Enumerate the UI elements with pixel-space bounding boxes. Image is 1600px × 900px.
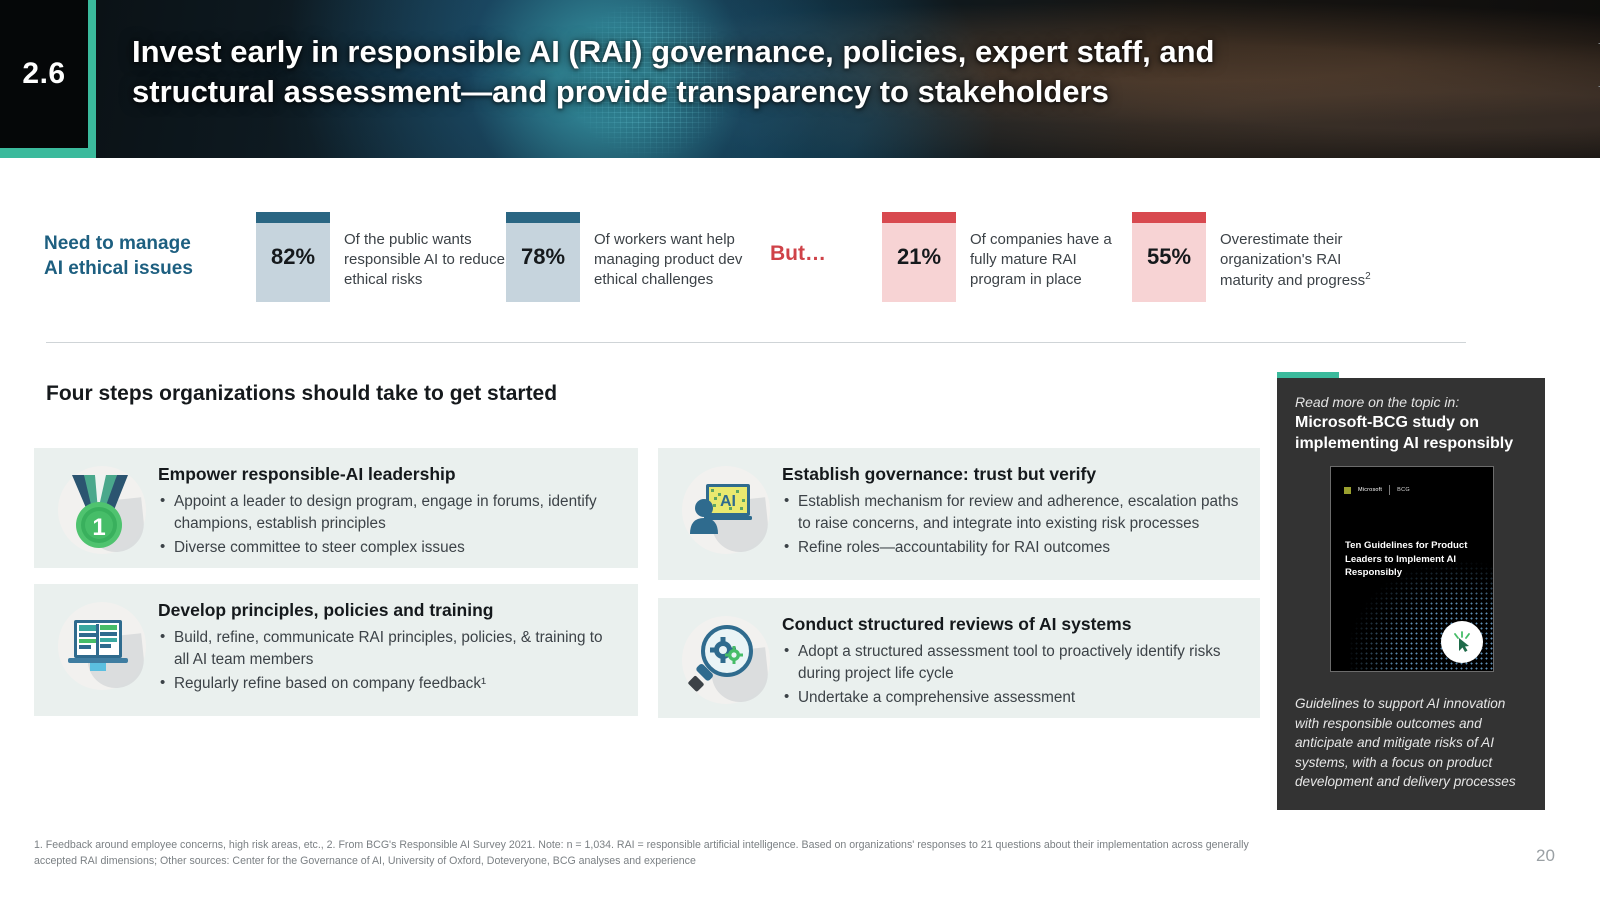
stat-box-cap [506, 212, 580, 223]
cover-brand-right: BCG [1397, 487, 1410, 494]
stat-value-box: 78% [506, 212, 580, 302]
step-card-4-body: Conduct structured reviews of AI systems… [776, 612, 1244, 711]
slide-section-number: 2.6 [22, 57, 66, 90]
header-teal-accent-bar [88, 0, 96, 158]
panel-title-line1: Microsoft-BCG study on [1295, 414, 1479, 431]
report-cover-thumbnail[interactable]: Microsoft BCG Ten Guidelines for Product… [1330, 466, 1494, 673]
step-card-4[interactable]: Conduct structured reviews of AI systems… [658, 598, 1260, 718]
page-number: 20 [1536, 846, 1555, 865]
stat-value: 78% [520, 244, 566, 269]
stat-box-cap [1132, 212, 1206, 223]
step-card-1-body: Empower responsible-AI leadership Appoin… [152, 462, 622, 561]
stats-label-line2: AI ethical issues [44, 257, 193, 279]
stats-band-label: Need to manage AI ethical issues [44, 212, 256, 281]
cover-brand-lockup: Microsoft BCG [1344, 485, 1410, 496]
bullet: Build, refine, communicate RAI principle… [158, 626, 622, 671]
svg-text:1: 1 [92, 514, 105, 541]
step-card-2-title: Establish governance: trust but verify [782, 464, 1097, 484]
but-label: But… [770, 242, 826, 265]
medal-first-place-icon: 1 [44, 462, 152, 558]
slide: 2.6 Invest early in responsible AI (RAI)… [0, 0, 1600, 900]
step-card-1-bullets: Appoint a leader to design program, enga… [158, 490, 622, 559]
stat-value: 21% [896, 244, 942, 269]
step-card-3-title: Develop principles, policies and trainin… [158, 600, 494, 620]
laptop-training-icon [44, 598, 152, 694]
header-teal-underline [0, 148, 88, 158]
read-more-panel[interactable]: Read more on the topic in: Microsoft-BCG… [1277, 378, 1545, 810]
stat-item-82: 82% Of the public wants responsible AI t… [256, 212, 506, 302]
bullet: Regularly refine based on company feedba… [158, 672, 622, 695]
page-title-line1: Invest early in responsible AI (RAI) gov… [132, 34, 1215, 69]
step-card-3-bullets: Build, refine, communicate RAI principle… [158, 626, 622, 695]
stats-band: Need to manage AI ethical issues 82% Of … [44, 212, 1514, 312]
cover-brand-left: Microsoft [1358, 487, 1383, 494]
panel-caption: Guidelines to support AI innovation with… [1295, 696, 1516, 790]
footnote: 1. Feedback around employee concerns, hi… [34, 838, 1484, 870]
stat-item-55: 55% Overestimate their organization's RA… [1132, 212, 1382, 302]
ai-monitor-person-icon: AI [668, 462, 776, 558]
cover-brand-divider [1389, 485, 1391, 496]
step-card-2-bullets: Establish mechanism for review and adher… [782, 490, 1244, 559]
bullet: Adopt a structured assessment tool to pr… [782, 640, 1244, 685]
step-card-1[interactable]: 1 Empower responsible-AI leadership Appo… [34, 448, 638, 568]
stat-description: Of workers want help managing product de… [594, 231, 743, 288]
bullet: Establish mechanism for review and adher… [782, 490, 1244, 535]
stat-description: Overestimate their organization's RAI ma… [1206, 212, 1382, 291]
bullet: Refine roles—accountability for RAI outc… [782, 536, 1244, 559]
page-title: Invest early in responsible AI (RAI) gov… [132, 32, 1532, 113]
stat-value-box: 55% [1132, 212, 1206, 302]
section-divider [46, 342, 1466, 343]
step-card-4-bullets: Adopt a structured assessment tool to pr… [782, 640, 1244, 709]
stat-box-cap [882, 212, 956, 223]
section-heading: Four steps organizations should take to … [46, 382, 558, 405]
stat-item-21: 21% Of companies have a fully mature RAI… [882, 212, 1132, 302]
stat-item-78: 78% Of workers want help managing produc… [506, 212, 756, 302]
step-card-2-body: Establish governance: trust but verify E… [776, 462, 1244, 561]
step-card-1-title: Empower responsible-AI leadership [158, 464, 456, 484]
footnote-line1: 1. Feedback around employee concerns, hi… [34, 839, 1249, 851]
stats-label-line1: Need to manage [44, 233, 191, 254]
page-title-line2: structural assessment—and provide transp… [132, 74, 1109, 110]
footnote-line2: accepted RAI dimensions; Other sources: … [34, 854, 696, 867]
microsoft-logo-icon [1344, 486, 1351, 494]
slide-header: 2.6 Invest early in responsible AI (RAI)… [0, 0, 1600, 158]
stat-description-footnote-marker: 2 [1365, 270, 1371, 282]
stat-description: Of companies have a fully mature RAI pro… [970, 231, 1112, 288]
stat-value-box: 21% [882, 212, 956, 302]
stat-box-cap [256, 212, 330, 223]
bullet: Diverse committee to steer complex issue… [158, 536, 622, 559]
svg-text:AI: AI [720, 493, 736, 510]
panel-title-line2: implementing AI responsibly [1295, 435, 1514, 453]
panel-title: Microsoft-BCG study on implementing AI r… [1295, 412, 1529, 454]
step-card-2[interactable]: AI Establish governance: trust but verif… [658, 448, 1260, 580]
step-card-4-title: Conduct structured reviews of AI systems [782, 614, 1132, 634]
stat-description: Of the public wants responsible AI to re… [344, 231, 505, 288]
stat-value: 55% [1146, 244, 1192, 269]
step-card-3-body: Develop principles, policies and trainin… [152, 598, 622, 697]
magnifier-gear-icon [668, 612, 776, 708]
stat-description-text: Overestimate their organization's RAI ma… [1220, 231, 1366, 289]
stat-value: 82% [270, 244, 316, 269]
cursor-click-icon [1441, 621, 1483, 664]
bullet: Appoint a leader to design program, enga… [158, 490, 622, 535]
step-card-3[interactable]: Develop principles, policies and trainin… [34, 584, 638, 716]
panel-kicker: Read more on the topic in: [1295, 394, 1460, 410]
panel-header: Read more on the topic in: Microsoft-BCG… [1277, 378, 1545, 682]
stat-value-box: 82% [256, 212, 330, 302]
bullet: Undertake a comprehensive assessment [782, 686, 1244, 709]
